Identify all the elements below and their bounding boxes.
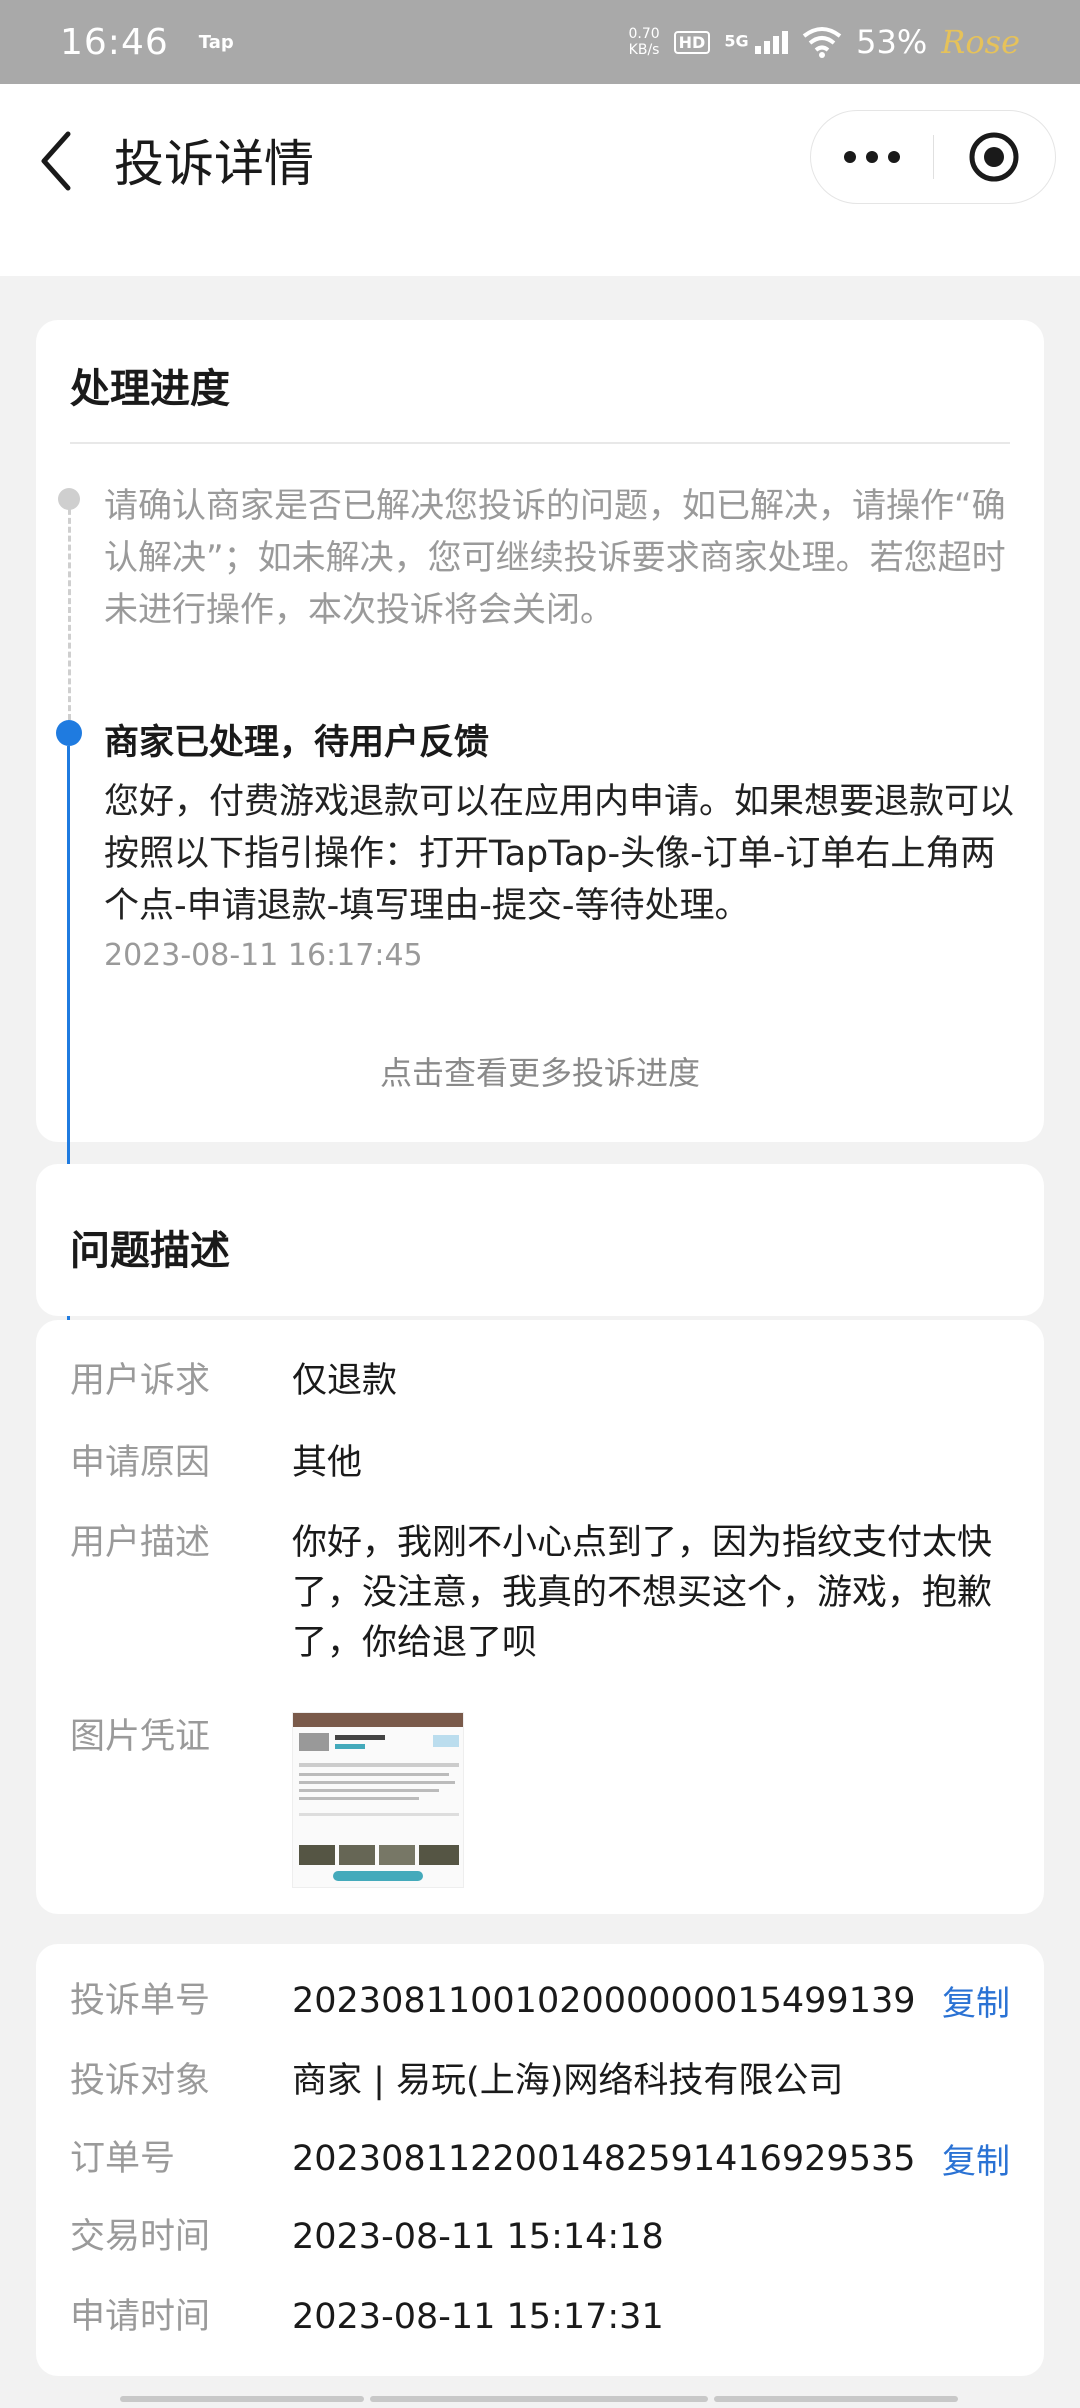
trade-time-label: 交易时间 xyxy=(70,2217,211,2257)
back-arrow-icon[interactable] xyxy=(36,126,76,196)
kv-row-evidence: 图片凭证 xyxy=(70,1712,292,1762)
tap-notification-icon: Tap xyxy=(198,31,234,53)
progress-section-title: 处理进度 xyxy=(70,366,230,412)
close-mini-program-button[interactable] xyxy=(934,110,1056,204)
net-speed: 0.70 KB/s xyxy=(628,26,660,58)
page-title: 投诉详情 xyxy=(114,135,314,193)
evidence-thumbnail[interactable] xyxy=(292,1712,464,1888)
kv-row-demand: 用户诉求 仅退款 xyxy=(70,1356,397,1406)
problem-title-card: 问题描述 xyxy=(36,1164,1044,1316)
copy-order-no-button[interactable]: 复制 xyxy=(942,2134,1010,2183)
screenshot-thumbnail-image xyxy=(293,1713,463,1881)
copy-complaint-no-button[interactable]: 复制 xyxy=(942,1976,1010,2025)
kv-row-target: 投诉对象 商家 | 易玩(上海)网络科技有限公司 xyxy=(70,2056,843,2106)
signal-icon: 5G xyxy=(724,30,789,54)
apply-time-value: 2023-08-11 15:17:31 xyxy=(292,2297,664,2337)
scroll-indicator-3 xyxy=(714,2396,958,2402)
kv-row-description: 用户描述 你好，我刚不小心点到了，因为指纹支付太快了，没注意，我真的不想买这个，… xyxy=(70,1518,1044,1668)
target-value: 商家 | 易玩(上海)网络科技有限公司 xyxy=(292,2061,844,2101)
progress-hint: 请确认商家是否已解决您投诉的问题，如已解决，请操作“确认解决”；如未解决，您可继… xyxy=(104,486,1006,630)
kv-row-apply-time: 申请时间 2023-08-11 15:17:31 xyxy=(70,2292,664,2342)
more-progress-link[interactable]: 点击查看更多投诉进度 xyxy=(36,1048,1044,1094)
kv-row-reason: 申请原因 其他 xyxy=(70,1438,362,1488)
complaint-no-value: 2023081100102000000015499139 xyxy=(292,1981,916,2021)
description-value: 你好，我刚不小心点到了，因为指纹支付太快了，没注意，我真的不想买这个，游戏，抱歉… xyxy=(292,1523,993,1663)
scroll-indicator-2 xyxy=(370,2396,708,2402)
progress-timestamp: 2023-08-11 16:17:45 xyxy=(104,938,423,973)
status-time: 16:46 xyxy=(60,21,169,63)
hd-voice-icon: HD xyxy=(673,30,711,54)
mini-program-capsule xyxy=(810,110,1056,204)
description-label: 用户描述 xyxy=(70,1523,211,1563)
battery-level: 53% xyxy=(856,23,928,61)
rose-watermark: Rose xyxy=(941,23,1020,61)
progress-status: 商家已处理，待用户反馈 xyxy=(104,723,490,763)
page-header: 投诉详情 xyxy=(0,84,1080,276)
reason-label: 申请原因 xyxy=(70,1443,211,1483)
target-close-icon xyxy=(969,132,1019,182)
merchant-reply: 您好，付费游戏退款可以在应用内申请。如果想要退款可以按照以下指引操作：打开Tap… xyxy=(104,782,1015,926)
scroll-indicator-1 xyxy=(120,2396,364,2402)
timeline-dot-pending xyxy=(58,488,80,510)
wifi-icon xyxy=(802,27,842,58)
kv-row-complaint-no: 投诉单号 2023081100102000000015499139 xyxy=(70,1976,916,2026)
order-no-label: 订单号 xyxy=(70,2139,176,2179)
demand-value: 仅退款 xyxy=(292,1361,398,1401)
status-indicators: 0.70 KB/s HD 5G 53% Rose xyxy=(628,23,1020,61)
problem-details-card: 用户诉求 仅退款 申请原因 其他 用户描述 你好，我刚不小心点到了，因为指纹支付… xyxy=(36,1320,1044,1914)
target-label: 投诉对象 xyxy=(70,2061,211,2101)
order-info-card: 投诉单号 2023081100102000000015499139 复制 投诉对… xyxy=(36,1944,1044,2376)
evidence-label: 图片凭证 xyxy=(70,1717,211,1757)
demand-label: 用户诉求 xyxy=(70,1361,211,1401)
order-no-value: 2023081122001482591416929535 xyxy=(292,2139,916,2179)
timeline-dashed-line xyxy=(68,500,71,720)
trade-time-value: 2023-08-11 15:14:18 xyxy=(292,2217,664,2257)
reason-value: 其他 xyxy=(292,1443,363,1483)
apply-time-label: 申请时间 xyxy=(70,2297,211,2337)
more-dots-icon xyxy=(843,151,900,163)
section-divider xyxy=(70,442,1010,444)
progress-card: 处理进度 请确认商家是否已解决您投诉的问题，如已解决，请操作“确认解决”；如未解… xyxy=(36,320,1044,1374)
more-options-button[interactable] xyxy=(811,110,933,204)
kv-row-trade-time: 交易时间 2023-08-11 15:14:18 xyxy=(70,2212,664,2262)
kv-row-order-no: 订单号 2023081122001482591416929535 xyxy=(70,2134,916,2184)
problem-section-title: 问题描述 xyxy=(70,1228,230,1274)
complaint-no-label: 投诉单号 xyxy=(70,1981,211,2021)
status-bar: 16:46 Tap 0.70 KB/s HD 5G 53% Rose xyxy=(0,0,1080,84)
timeline-dot-active xyxy=(56,720,82,746)
